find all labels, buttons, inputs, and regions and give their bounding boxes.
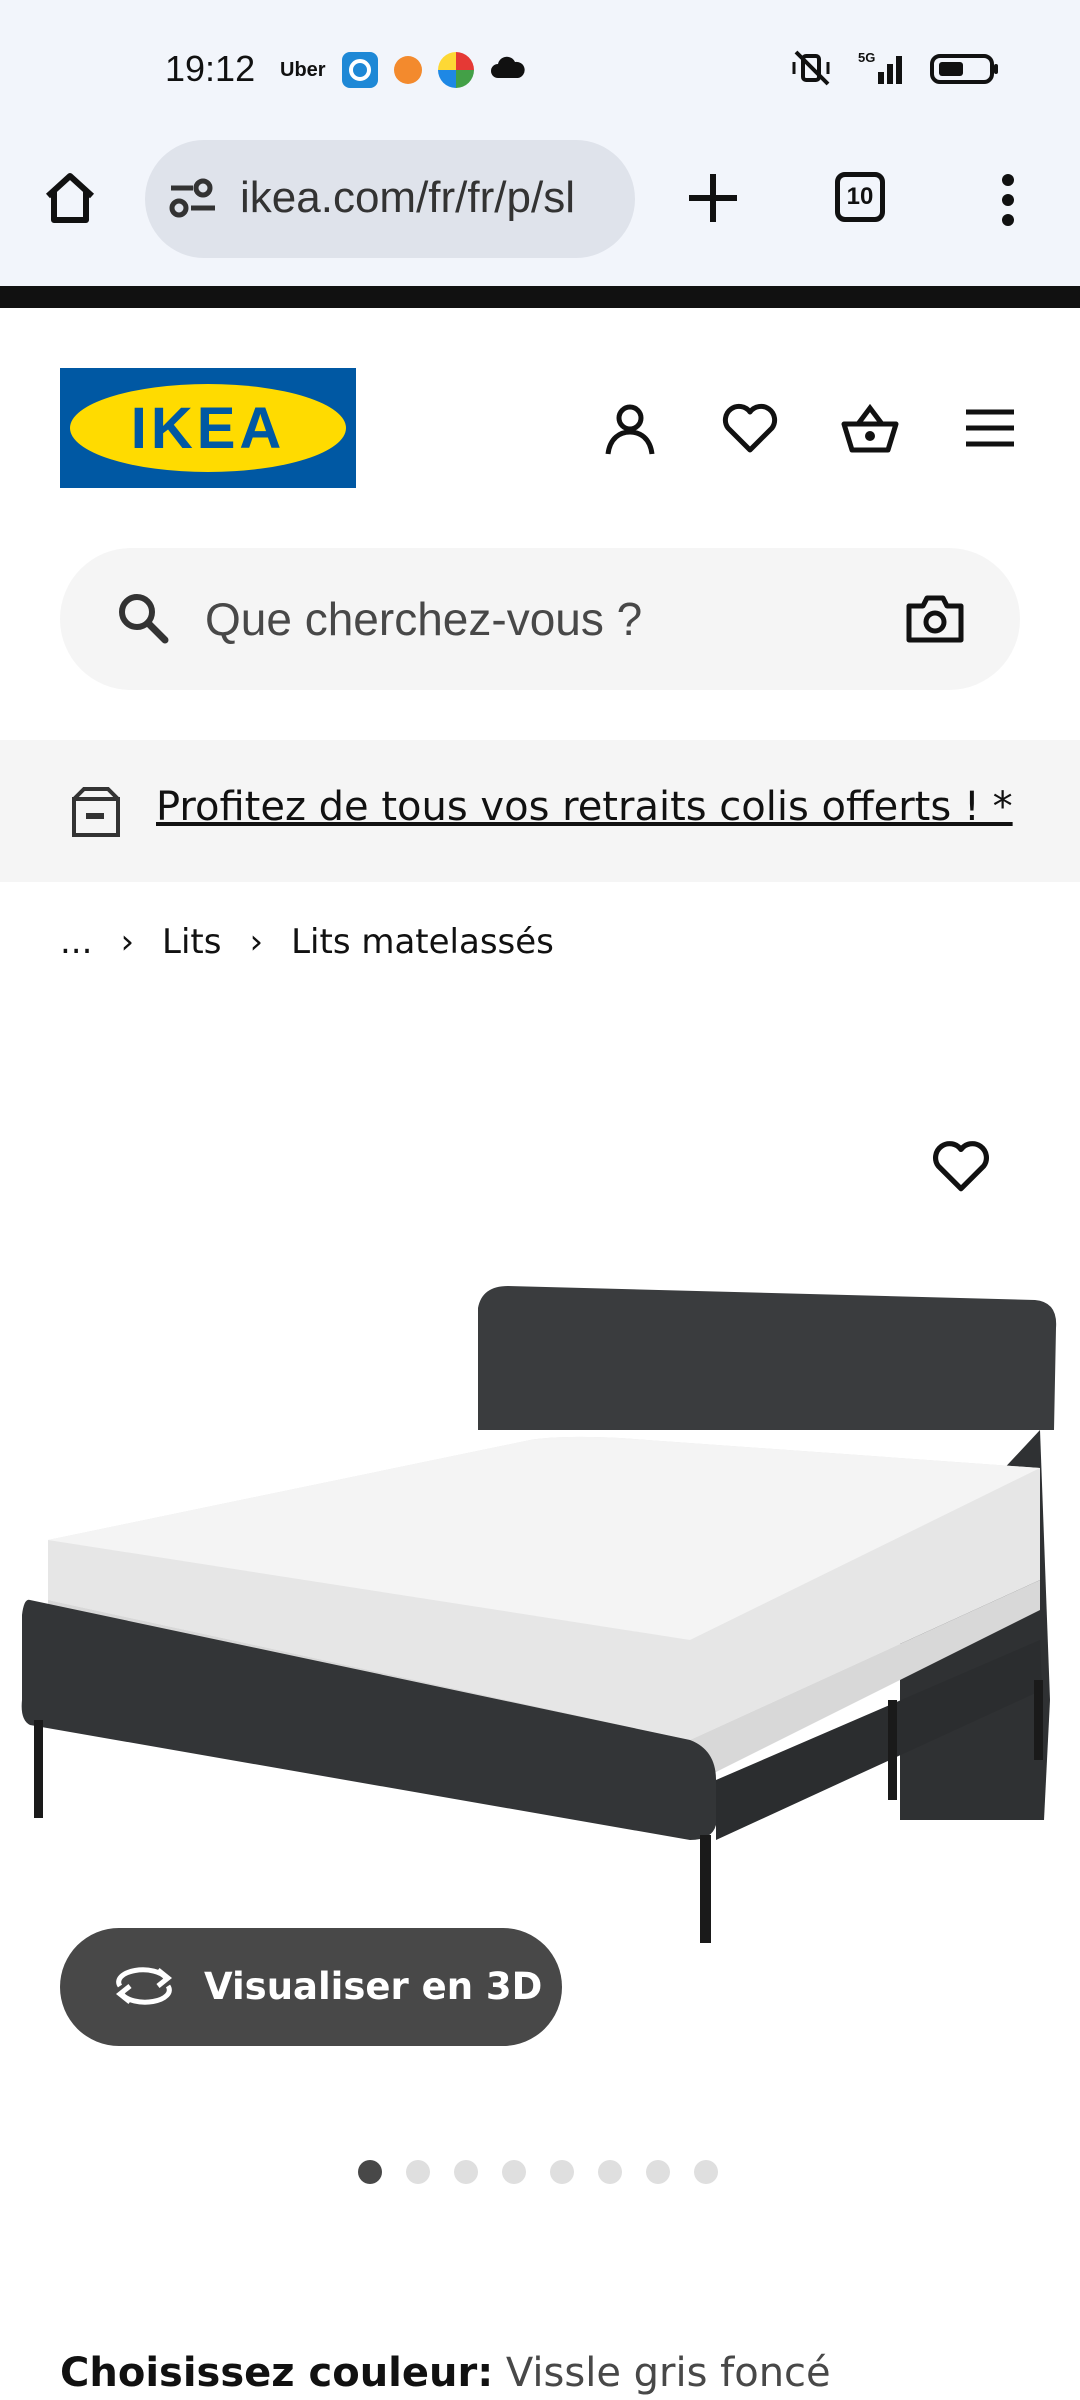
search-input[interactable]: Que cherchez-vous ? [205, 592, 642, 646]
view-3d-button[interactable]: Visualiser en 3D [60, 1928, 562, 2046]
5g-signal-icon: 5G [856, 50, 908, 90]
carousel-dot[interactable] [550, 2160, 574, 2184]
burger-king-icon [393, 56, 422, 84]
tab-switcher-button[interactable]: 10 [835, 172, 885, 222]
battery-icon [930, 50, 1000, 90]
color-selector[interactable]: Choisissez couleur: Vissle gris foncé [60, 2350, 831, 2396]
page-top-border [0, 286, 1080, 308]
rotate-3d-icon [112, 1964, 176, 2012]
carousel-dot[interactable] [646, 2160, 670, 2184]
new-tab-icon[interactable] [685, 170, 741, 230]
account-icon[interactable] [600, 398, 660, 458]
more-menu-icon[interactable] [998, 170, 1018, 234]
chevron-right-icon: › [120, 922, 135, 962]
status-app-icons: Uber [280, 52, 526, 88]
menu-icon[interactable] [960, 398, 1020, 458]
chevron-right-icon: › [249, 922, 264, 962]
ikea-logo[interactable]: IKEA [60, 368, 356, 488]
view-3d-label: Visualiser en 3D [204, 1965, 543, 2008]
carousel-dot[interactable] [358, 2160, 382, 2184]
breadcrumb: ... › Lits › Lits matelassés [60, 922, 554, 962]
logo-text: IKEA [131, 396, 286, 461]
home-icon[interactable] [40, 168, 100, 228]
address-bar[interactable]: ikea.com/fr/fr/p/sl [145, 140, 635, 258]
breadcrumb-lits[interactable]: Lits [162, 922, 221, 962]
cloud-icon [490, 56, 526, 84]
silent-vibrate-icon [788, 50, 834, 90]
search-icon[interactable] [115, 590, 171, 650]
favourites-icon[interactable] [720, 398, 780, 458]
product-favourite-icon[interactable] [930, 1135, 992, 1201]
status-time: 19:12 [165, 48, 256, 89]
color-label: Choisissez couleur: [60, 2350, 494, 2396]
carousel-dot[interactable] [406, 2160, 430, 2184]
status-right-icons: 5G [788, 50, 1000, 90]
image-carousel-dots [358, 2160, 718, 2184]
breadcrumb-lits-matelasses[interactable]: Lits matelassés [291, 922, 554, 962]
colorful-app-icon [437, 52, 474, 88]
search-bar[interactable]: Que cherchez-vous ? [60, 548, 1020, 690]
promo-banner: Profitez de tous vos retraits colis offe… [0, 740, 1080, 882]
parcel-box-icon [68, 785, 124, 845]
camera-app-icon [341, 52, 378, 88]
camera-search-icon[interactable] [905, 590, 965, 650]
promo-link[interactable]: Profitez de tous vos retraits colis offe… [156, 784, 1013, 830]
browser-toolbar: ikea.com/fr/fr/p/sl 10 [0, 140, 1080, 286]
uber-app-icon: Uber [280, 58, 326, 81]
carousel-dot[interactable] [598, 2160, 622, 2184]
url-text[interactable]: ikea.com/fr/fr/p/sl [240, 173, 620, 223]
site-settings-icon[interactable] [167, 176, 219, 224]
color-value: Vissle gris foncé [505, 2350, 831, 2396]
breadcrumb-ellipsis[interactable]: ... [60, 922, 92, 962]
product-image[interactable] [0, 1280, 1080, 1980]
carousel-dot[interactable] [502, 2160, 526, 2184]
cart-icon[interactable] [840, 398, 900, 458]
status-bar: 19:12 Uber 5G [0, 0, 1080, 140]
svg-text:5G: 5G [858, 50, 875, 65]
carousel-dot[interactable] [454, 2160, 478, 2184]
carousel-dot[interactable] [694, 2160, 718, 2184]
